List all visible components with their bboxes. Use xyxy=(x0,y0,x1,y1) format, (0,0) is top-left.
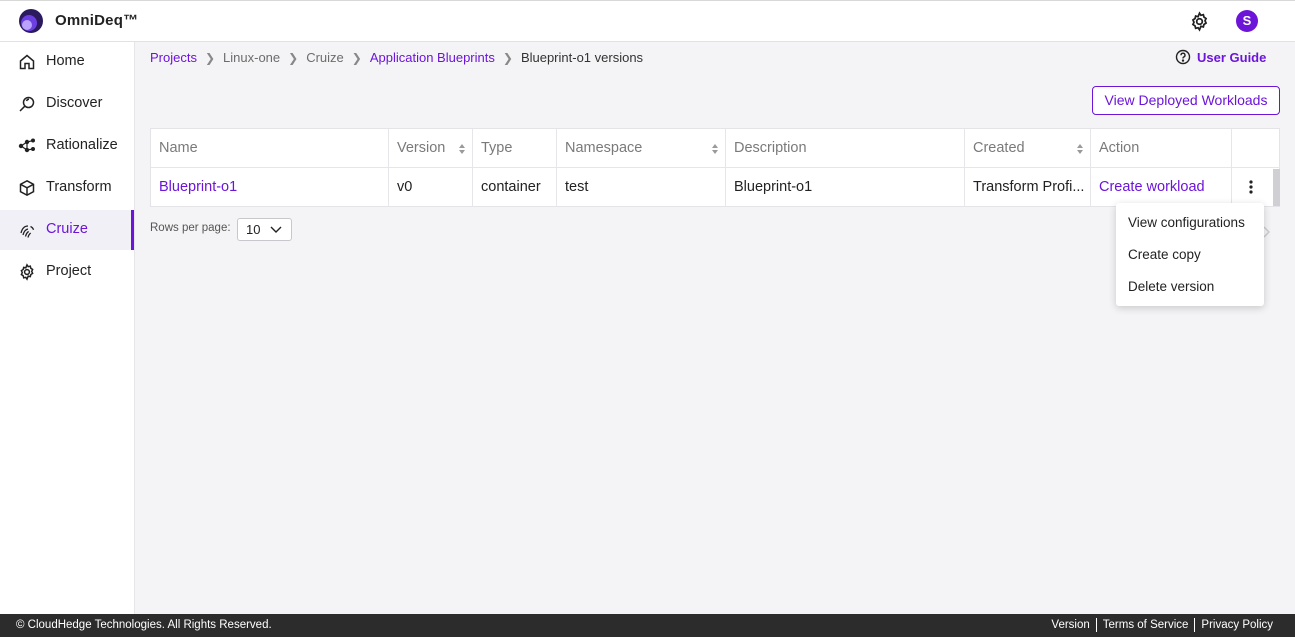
column-header-description[interactable]: Description xyxy=(726,129,965,168)
sidebar: Home Discover Rationalize Transform Crui… xyxy=(0,42,135,614)
create-workload-link[interactable]: Create workload xyxy=(1091,168,1232,207)
footer-link-terms[interactable]: Terms of Service xyxy=(1095,618,1195,632)
breadcrumb-cruize: Cruize xyxy=(306,50,344,65)
column-header-type[interactable]: Type xyxy=(473,129,557,168)
user-guide-label: User Guide xyxy=(1197,49,1267,65)
column-header-name[interactable]: Name xyxy=(151,129,389,168)
breadcrumb: Projects ❯ Linux-one ❯ Cruize ❯ Applicat… xyxy=(150,50,643,65)
chevron-right-icon: ❯ xyxy=(351,50,362,65)
footer-link-version[interactable]: Version xyxy=(1045,618,1095,632)
sidebar-item-label: Transform xyxy=(46,179,112,195)
fingerprint-icon xyxy=(20,225,35,238)
sort-icon[interactable] xyxy=(458,143,466,155)
footer: © CloudHedge Technologies. All Rights Re… xyxy=(0,614,1295,637)
cell-type: container xyxy=(473,168,557,207)
rows-per-page-label: Rows per page: xyxy=(150,222,231,234)
breadcrumb-current: Blueprint-o1 versions xyxy=(520,50,644,65)
row-action-menu: View configurations Create copy Delete v… xyxy=(1116,203,1264,306)
column-header-label: Version xyxy=(397,140,446,156)
settings-gear-icon[interactable] xyxy=(1189,11,1210,32)
sort-icon[interactable] xyxy=(1076,143,1084,155)
column-header-created[interactable]: Created xyxy=(965,129,1091,168)
chevron-right-icon: ❯ xyxy=(502,50,513,65)
top-header: OmniDeq™ S xyxy=(0,0,1295,42)
breadcrumb-application-blueprints[interactable]: Application Blueprints xyxy=(370,50,495,65)
rows-per-page-value: 10 xyxy=(246,222,261,237)
user-guide-link[interactable]: User Guide xyxy=(1175,49,1266,65)
sidebar-item-project[interactable]: Project xyxy=(0,252,134,292)
magnifier-icon xyxy=(19,96,35,112)
sidebar-item-discover[interactable]: Discover xyxy=(0,84,134,124)
cell-version: v0 xyxy=(389,168,473,207)
sidebar-item-cruize[interactable]: Cruize xyxy=(0,210,134,250)
sort-icon[interactable] xyxy=(711,143,719,155)
cell-namespace: test xyxy=(557,168,726,207)
breadcrumb-linux-one: Linux-one xyxy=(223,50,281,65)
cube-icon xyxy=(19,179,35,197)
chevron-down-icon xyxy=(270,226,282,233)
help-circle-icon xyxy=(1175,49,1191,65)
cell-created: Transform Profi... xyxy=(965,168,1091,207)
copyright-text: © CloudHedge Technologies. All Rights Re… xyxy=(16,619,272,631)
kebab-menu-icon[interactable] xyxy=(1249,180,1253,194)
column-header-version[interactable]: Version xyxy=(389,129,473,168)
chevron-right-icon: ❯ xyxy=(288,50,299,65)
sidebar-item-label: Cruize xyxy=(46,221,88,237)
sidebar-item-label: Discover xyxy=(46,95,103,111)
menu-item-delete-version[interactable]: Delete version xyxy=(1128,279,1214,294)
sidebar-item-label: Rationalize xyxy=(46,137,118,153)
menu-item-create-copy[interactable]: Create copy xyxy=(1128,247,1201,262)
sidebar-item-rationalize[interactable]: Rationalize xyxy=(0,126,134,166)
column-header-label: Namespace xyxy=(565,140,643,156)
home-icon xyxy=(19,54,35,70)
rows-per-page-select[interactable]: 10 xyxy=(237,218,292,241)
versions-table: Name Version Type Namespace Description … xyxy=(150,128,1280,207)
breadcrumb-projects[interactable]: Projects xyxy=(150,50,197,65)
app-name: OmniDeq™ xyxy=(55,12,139,29)
sidebar-item-home[interactable]: Home xyxy=(0,42,134,82)
sidebar-item-transform[interactable]: Transform xyxy=(0,168,134,208)
network-icon xyxy=(18,138,36,153)
menu-item-view-configurations[interactable]: View configurations xyxy=(1128,215,1245,230)
user-avatar[interactable]: S xyxy=(1236,10,1258,32)
sidebar-item-label: Project xyxy=(46,263,92,279)
column-header-label: Created xyxy=(973,140,1025,156)
column-header-menu xyxy=(1232,129,1280,168)
gear-icon xyxy=(20,263,34,281)
omnideq-logo-icon[interactable] xyxy=(18,8,44,34)
table-scrollbar[interactable] xyxy=(1273,169,1280,206)
cell-description: Blueprint-o1 xyxy=(726,168,965,207)
sidebar-item-label: Home xyxy=(46,53,85,69)
footer-link-privacy[interactable]: Privacy Policy xyxy=(1194,618,1279,632)
column-header-action: Action xyxy=(1091,129,1232,168)
column-header-namespace[interactable]: Namespace xyxy=(557,129,726,168)
footer-links: Version Terms of Service Privacy Policy xyxy=(1045,618,1279,632)
view-deployed-workloads-button[interactable]: View Deployed Workloads xyxy=(1092,86,1280,115)
chevron-right-icon: ❯ xyxy=(204,50,216,65)
cell-name-link[interactable]: Blueprint-o1 xyxy=(151,168,389,207)
